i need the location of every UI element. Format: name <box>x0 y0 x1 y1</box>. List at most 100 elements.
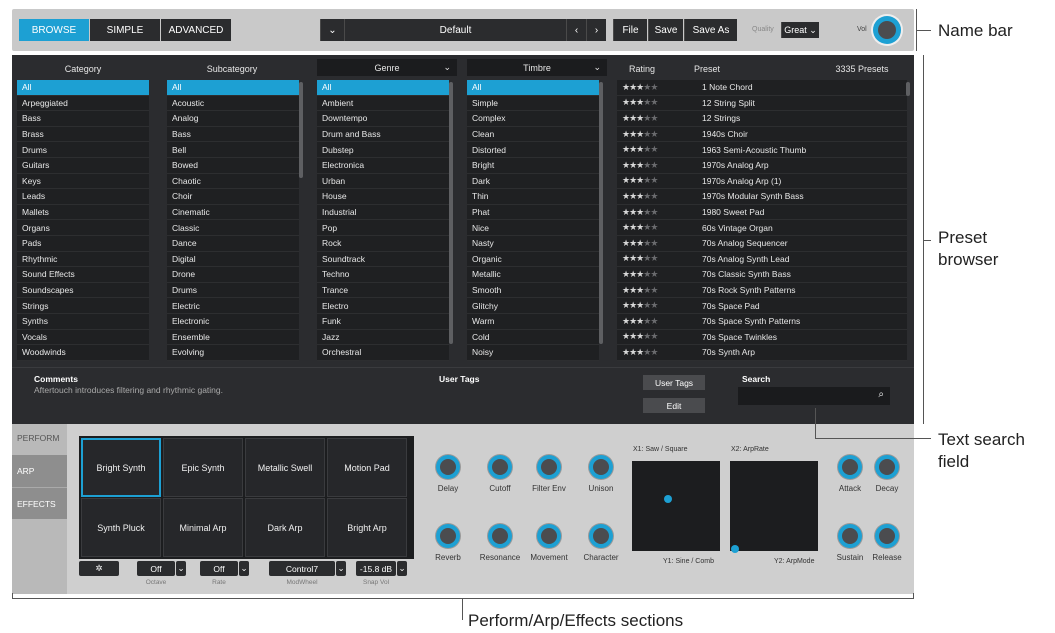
genre-item[interactable]: House <box>317 189 449 205</box>
subcategory-item[interactable]: Drums <box>167 282 299 299</box>
rating-stars[interactable]: ★★★★★ <box>622 191 692 202</box>
preset-name-display[interactable]: Default <box>344 19 566 41</box>
genre-header[interactable]: Genre ⌄ <box>317 59 457 76</box>
control-rate-field[interactable]: Off <box>200 561 238 576</box>
preset-row[interactable]: ★★★★★ 1970s Analog Arp (1) <box>617 173 907 190</box>
preset-row[interactable]: ★★★★★ 1 Note Chord <box>617 80 907 96</box>
simple-mode-button[interactable]: SIMPLE <box>90 19 160 41</box>
preset-row[interactable]: ★★★★★ 70s Space Synth Patterns <box>617 313 907 330</box>
timbre-item[interactable]: Simple <box>467 95 599 112</box>
next-preset-icon[interactable]: › <box>586 19 606 41</box>
tab-perform[interactable]: PERFORM <box>17 433 60 443</box>
category-item[interactable]: Mallets <box>17 204 149 221</box>
xy-pad-1[interactable] <box>632 461 720 551</box>
category-item[interactable]: Soundscapes <box>17 282 149 299</box>
genre-item[interactable]: Electronica <box>317 157 449 174</box>
preset-row[interactable]: ★★★★★ 1980 Sweet Pad <box>617 204 907 221</box>
subcategory-item[interactable]: Choir <box>167 189 299 205</box>
preset-row[interactable]: ★★★★★ 70s Analog Synth Lead <box>617 251 907 268</box>
timbre-item[interactable]: Clean <box>467 126 599 143</box>
advanced-mode-button[interactable]: ADVANCED <box>161 19 231 41</box>
category-item[interactable]: Arpeggiated <box>17 95 149 112</box>
timbre-header[interactable]: Timbre ⌄ <box>467 59 607 76</box>
genre-item[interactable]: Jazz <box>317 329 449 346</box>
subcategory-item[interactable]: Bowed <box>167 157 299 174</box>
timbre-item[interactable]: Cold <box>467 329 599 346</box>
release-knob[interactable] <box>875 524 899 548</box>
subcategory-item[interactable]: Electronic <box>167 313 299 330</box>
rating-stars[interactable]: ★★★★★ <box>622 253 692 264</box>
timbre-item[interactable]: Thin <box>467 189 599 205</box>
settings-gear-icon[interactable]: ✲ <box>79 561 119 576</box>
quality-select[interactable]: Great ⌄ <box>781 22 819 38</box>
preset-row[interactable]: ★★★★★ 70s Rock Synth Patterns <box>617 282 907 299</box>
rating-stars[interactable]: ★★★★★ <box>622 316 692 327</box>
genre-item[interactable]: Ambient <box>317 95 449 112</box>
timbre-item[interactable]: Phat <box>467 204 599 221</box>
genre-item[interactable]: Industrial <box>317 204 449 221</box>
subcategory-item[interactable]: Chaotic <box>167 173 299 190</box>
stepper-icon[interactable]: ⌄ <box>239 561 249 576</box>
category-item[interactable]: Sound Effects <box>17 267 149 283</box>
search-input[interactable]: ⌕ <box>738 387 890 405</box>
timbre-item[interactable]: Smooth <box>467 282 599 299</box>
rating-stars[interactable]: ★★★★★ <box>622 269 692 280</box>
preset-row[interactable]: ★★★★★ 70s Synth Arp <box>617 345 907 361</box>
edit-button[interactable]: Edit <box>643 398 705 413</box>
preset-row[interactable]: ★★★★★ 1970s Analog Arp <box>617 157 907 174</box>
stepper-icon[interactable]: ⌄ <box>176 561 186 576</box>
subcategory-item[interactable]: Ensemble <box>167 329 299 346</box>
preset-row[interactable]: ★★★★★ 1970s Modular Synth Bass <box>617 189 907 205</box>
category-item[interactable]: Strings <box>17 298 149 314</box>
subcategory-item[interactable]: Analog <box>167 111 299 127</box>
timbre-scrollbar[interactable] <box>599 82 603 344</box>
preset-row[interactable]: ★★★★★ 12 String Split <box>617 95 907 112</box>
control-octave-field[interactable]: Off <box>137 561 175 576</box>
preset-row[interactable]: ★★★★★ 12 Strings <box>617 111 907 127</box>
preset-row[interactable]: ★★★★★ 1963 Semi-Acoustic Thumb <box>617 142 907 158</box>
category-item[interactable]: Leads <box>17 189 149 205</box>
category-item[interactable]: Vocals <box>17 329 149 346</box>
rating-stars[interactable]: ★★★★★ <box>622 160 692 171</box>
tab-arp[interactable]: ARP <box>12 455 67 487</box>
timbre-item[interactable]: Organic <box>467 251 599 268</box>
previous-preset-icon[interactable]: ‹ <box>566 19 586 41</box>
unison-knob[interactable] <box>589 455 613 479</box>
performance-pad[interactable]: Motion Pad <box>327 438 407 497</box>
performance-pad[interactable]: Minimal Arp <box>163 498 243 557</box>
category-item[interactable]: Drums <box>17 142 149 158</box>
stepper-icon[interactable]: ⌄ <box>336 561 346 576</box>
genre-item[interactable]: Dubstep <box>317 142 449 158</box>
genre-scrollbar[interactable] <box>449 82 453 344</box>
genre-item[interactable]: Trance <box>317 282 449 299</box>
performance-pad[interactable]: Epic Synth <box>163 438 243 497</box>
file-button[interactable]: File <box>613 19 647 41</box>
browse-mode-button[interactable]: BROWSE <box>19 19 89 41</box>
xy-pad-1-handle[interactable] <box>664 495 672 503</box>
genre-item[interactable]: Pop <box>317 220 449 236</box>
category-item[interactable]: Pads <box>17 235 149 252</box>
preset-row[interactable]: ★★★★★ 70s Analog Sequencer <box>617 235 907 252</box>
timbre-item[interactable]: Nice <box>467 220 599 236</box>
rating-stars[interactable]: ★★★★★ <box>622 331 692 342</box>
xy-pad-2[interactable] <box>730 461 818 553</box>
timbre-item[interactable]: Noisy <box>467 345 599 361</box>
category-item[interactable]: Rhythmic <box>17 251 149 268</box>
category-item[interactable]: Woodwinds <box>17 345 149 361</box>
genre-item[interactable]: Techno <box>317 267 449 283</box>
tab-effects[interactable]: EFFECTS <box>12 487 67 519</box>
xy-pad-2-handle[interactable] <box>731 545 739 553</box>
timbre-item[interactable]: Nasty <box>467 235 599 252</box>
timbre-item[interactable]: Bright <box>467 157 599 174</box>
preset-row[interactable]: ★★★★★ 60s Vintage Organ <box>617 220 907 236</box>
rating-stars[interactable]: ★★★★★ <box>622 222 692 233</box>
subcategory-item[interactable]: All <box>167 80 299 96</box>
timbre-item[interactable]: Dark <box>467 173 599 190</box>
preset-row[interactable]: ★★★★★ 70s Classic Synth Bass <box>617 267 907 283</box>
preset-row[interactable]: ★★★★★ 70s Space Pad <box>617 298 907 314</box>
category-item[interactable]: Guitars <box>17 157 149 174</box>
timbre-item[interactable]: Glitchy <box>467 298 599 314</box>
rating-stars[interactable]: ★★★★★ <box>622 207 692 218</box>
preset-row[interactable]: ★★★★★ 1940s Choir <box>617 126 907 143</box>
user-tags-button[interactable]: User Tags <box>643 375 705 390</box>
